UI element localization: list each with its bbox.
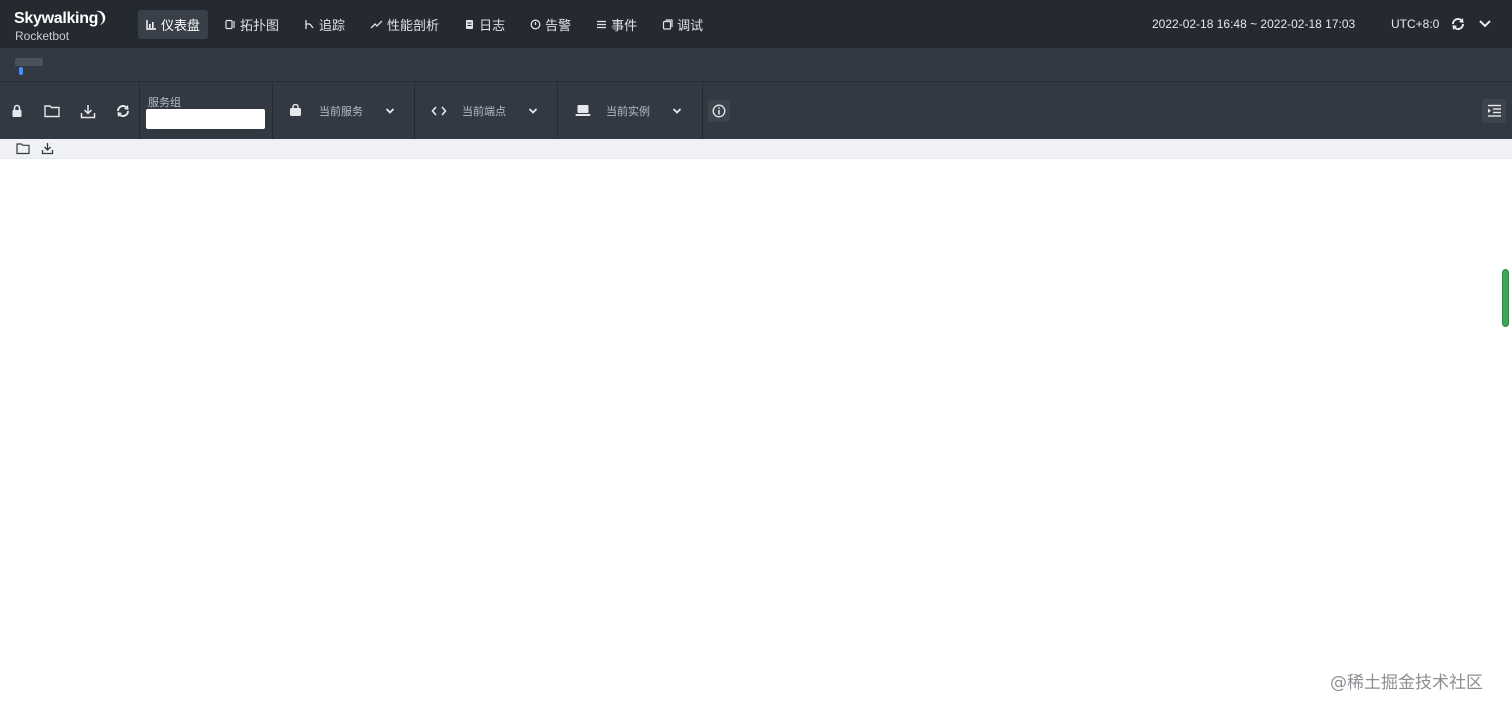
nav-alarm-label: 告警 [545,19,572,34]
chevron-down-icon [385,108,395,114]
indent-toggle-button[interactable] [1482,99,1506,123]
divider [414,82,415,139]
indent-icon [1487,104,1501,117]
dashboard-content [0,160,1512,710]
nav-alarm[interactable]: 告警 [522,10,579,39]
code-icon [431,105,447,116]
nav-dashboard[interactable]: 仪表盘 [138,10,209,39]
nav-topology[interactable]: 拓扑图 [217,10,287,39]
divider [702,82,703,139]
divider [557,82,558,139]
chevron-down-icon [528,108,538,114]
download-button[interactable] [78,101,98,121]
info-button[interactable] [708,100,730,122]
lock-icon [12,104,22,117]
scrollbar-thumb[interactable] [1502,269,1509,327]
dashboard-toolbar: 服务组 当前服务 当前端点 当前实例 [0,82,1512,139]
nav-trace[interactable]: 追踪 [296,10,353,39]
divider [272,82,273,139]
nav-event-label: 事件 [611,19,638,34]
reload-button[interactable] [113,101,133,121]
instance-selector[interactable]: 当前实例 [575,82,687,139]
folder-icon [44,105,60,118]
service-icon [290,104,301,116]
chevron-down-icon [672,108,682,114]
endpoint-selector[interactable]: 当前端点 [431,82,543,139]
download-icon[interactable] [41,142,54,155]
info-icon [712,104,726,118]
skywalking-logo[interactable]: Skywalking Rocketbot [14,8,106,44]
divider [139,82,140,139]
dashboard-tab[interactable] [15,58,43,66]
nav-debug-label: 调试 [677,19,704,34]
nav-profile[interactable]: 性能剖析 [362,10,447,39]
watermark: @稀土掘金技术社区 [1330,673,1483,693]
folder-icon[interactable] [16,142,30,155]
main-nav: 仪表盘 拓扑图 追踪 性能剖析 日志 告警 事件 调试 [138,10,720,39]
log-icon [466,20,474,29]
refresh-icon[interactable] [1450,16,1466,32]
dashboard-icon [146,20,156,30]
brand-subtitle: Rocketbot [15,29,70,43]
lock-button[interactable] [7,101,27,121]
nav-trace-label: 追踪 [319,19,346,34]
nav-debug[interactable]: 调试 [654,10,711,39]
nav-log-label: 日志 [479,19,506,34]
nav-event[interactable]: 事件 [588,10,645,39]
profile-icon [370,20,383,29]
active-tab-indicator [19,67,23,75]
dashboard-tabs-bar [0,48,1512,82]
brand-name: Skywalking [14,10,99,27]
laptop-icon [575,105,591,116]
top-header: Skywalking Rocketbot 仪表盘 拓扑图 追踪 性能剖析 日志 [0,0,1512,48]
trace-icon [305,20,314,29]
dashboard-subbar [0,139,1512,159]
chevron-down-icon[interactable] [1477,16,1493,32]
nav-profile-label: 性能剖析 [387,19,440,34]
alarm-icon [530,19,541,30]
current-instance-label: 当前实例 [606,104,650,118]
debug-icon [663,19,673,30]
current-endpoint-label: 当前端点 [462,104,506,118]
nav-dashboard-label: 仪表盘 [161,19,201,34]
refresh-icon [116,105,130,117]
nav-log[interactable]: 日志 [456,10,513,39]
open-folder-button[interactable] [42,101,62,121]
time-range-picker[interactable]: 2022-02-18 16:48 ~ 2022-02-18 17:03 [1152,17,1355,31]
current-service-label: 当前服务 [319,104,363,118]
service-group-label: 服务组 [148,96,181,109]
service-selector[interactable]: 当前服务 [289,82,401,139]
nav-topology-label: 拓扑图 [240,19,280,34]
timezone-label[interactable]: UTC+8:0 [1391,17,1439,31]
event-icon [597,20,607,29]
service-group-input[interactable] [146,109,265,129]
topology-icon [225,19,235,30]
download-icon [80,104,96,118]
logo-swoosh-icon [96,10,106,25]
